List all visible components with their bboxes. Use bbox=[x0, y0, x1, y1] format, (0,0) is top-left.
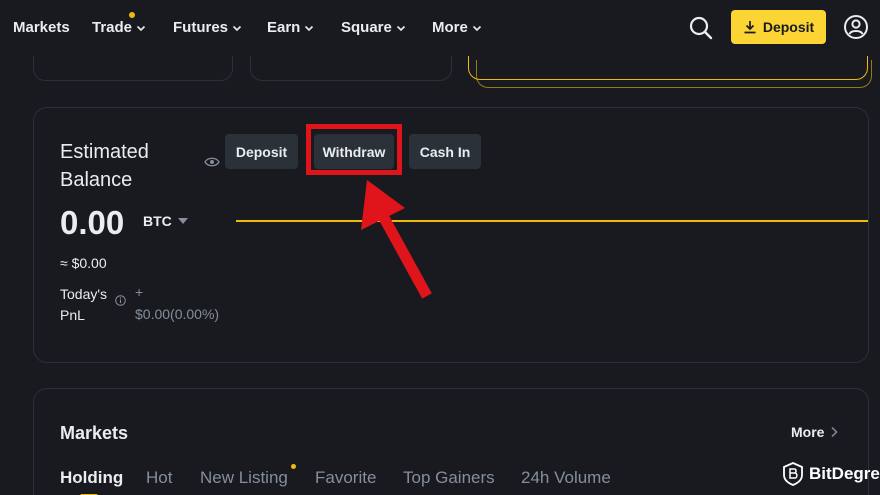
download-icon bbox=[744, 21, 756, 34]
markets-card: Markets More Holding Hot New Listing Fav… bbox=[33, 388, 869, 495]
nav-label: Earn bbox=[267, 19, 301, 36]
deposit-button[interactable]: Deposit bbox=[225, 134, 298, 169]
tab-holding[interactable]: Holding bbox=[60, 468, 123, 488]
nav-label: Markets bbox=[13, 19, 70, 36]
nav-futures[interactable]: Futures bbox=[173, 19, 242, 36]
pnl-value: $0.00(0.00%) bbox=[135, 306, 220, 322]
balance-card: Estimated Balance Deposit Withdraw Cash … bbox=[33, 107, 869, 363]
arrow-icon bbox=[361, 180, 432, 299]
card-stub bbox=[250, 56, 452, 81]
fiat-balance: ≈ $0.00 bbox=[60, 255, 107, 271]
markets-more-link[interactable]: More bbox=[791, 424, 839, 440]
top-nav: Markets Trade Futures Earn Square More D… bbox=[0, 0, 880, 56]
eye-icon[interactable] bbox=[204, 156, 220, 168]
info-icon[interactable] bbox=[115, 295, 126, 306]
cash-in-button[interactable]: Cash In bbox=[409, 134, 481, 169]
pnl-label: Today's PnL bbox=[60, 286, 108, 323]
more-label: More bbox=[791, 424, 825, 440]
nav-trade[interactable]: Trade bbox=[92, 19, 146, 36]
highlight-box bbox=[306, 124, 402, 175]
nav-label: Square bbox=[341, 19, 392, 36]
markets-title: Markets bbox=[60, 423, 129, 443]
nav-label: Futures bbox=[173, 19, 229, 36]
pnl-sign: + bbox=[135, 284, 144, 300]
currency-selector[interactable]: BTC bbox=[143, 213, 188, 229]
nav-markets[interactable]: Markets bbox=[13, 19, 70, 36]
balance-value: 0.00 bbox=[60, 204, 125, 241]
chevron-down-icon bbox=[136, 25, 146, 31]
card-stub-shadow bbox=[476, 60, 872, 88]
nav-label: More bbox=[432, 19, 468, 36]
nav-more[interactable]: More bbox=[432, 19, 482, 36]
caret-down-icon bbox=[177, 218, 188, 224]
nav-square[interactable]: Square bbox=[341, 19, 406, 36]
bitdegree-logo-icon bbox=[783, 462, 803, 486]
chevron-down-icon bbox=[232, 25, 242, 31]
chevron-down-icon bbox=[396, 25, 405, 31]
chevron-down-icon bbox=[305, 25, 314, 31]
bitdegree-watermark: BitDegree bbox=[783, 462, 880, 486]
chevron-right-icon bbox=[831, 426, 839, 438]
nav-label: Trade bbox=[92, 19, 133, 36]
notification-dot bbox=[129, 12, 135, 18]
card-stub bbox=[33, 56, 233, 81]
tab-favorite[interactable]: Favorite bbox=[315, 468, 376, 488]
watermark-text: BitDegree bbox=[809, 464, 880, 483]
tab-24h-volume[interactable]: 24h Volume bbox=[521, 468, 611, 488]
header-deposit-button[interactable]: Deposit bbox=[731, 10, 826, 44]
deposit-label: Deposit bbox=[762, 19, 815, 35]
search-icon[interactable] bbox=[688, 15, 714, 41]
estimated-balance-title: Estimated Balance bbox=[60, 141, 149, 191]
tab-top-gainers[interactable]: Top Gainers bbox=[403, 468, 495, 488]
balance-chart-line bbox=[236, 220, 868, 222]
notification-dot bbox=[291, 464, 296, 469]
deposit-button-label: Deposit bbox=[235, 143, 288, 160]
tab-new-listing[interactable]: New Listing bbox=[200, 468, 288, 488]
chevron-down-icon bbox=[472, 25, 481, 31]
currency-label: BTC bbox=[143, 213, 172, 229]
nav-earn[interactable]: Earn bbox=[267, 19, 314, 36]
user-icon[interactable] bbox=[843, 14, 869, 40]
tab-hot[interactable]: Hot bbox=[146, 468, 172, 488]
cash-in-button-label: Cash In bbox=[419, 143, 471, 160]
